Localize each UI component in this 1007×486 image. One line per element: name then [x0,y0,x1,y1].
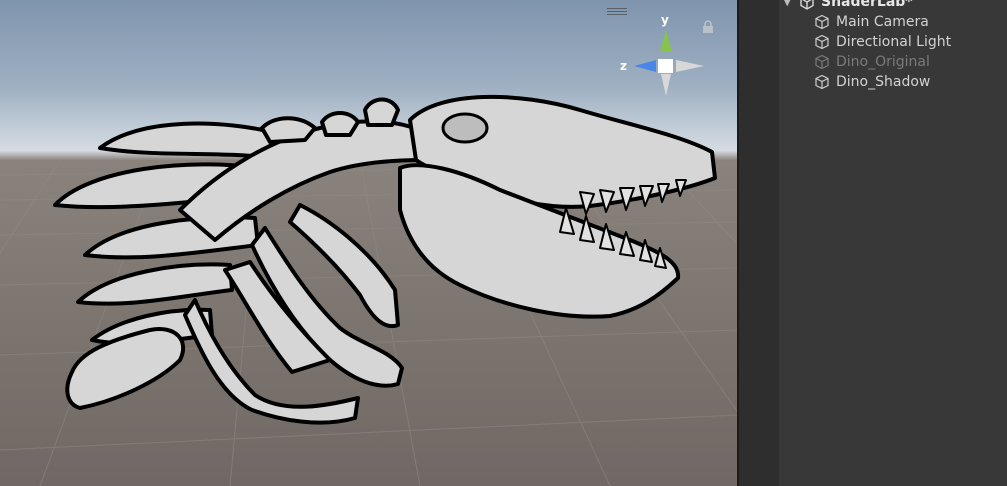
scene-view[interactable]: y z [0,0,737,486]
vertebra-top-2 [320,111,360,137]
gizmo-center-cube[interactable] [658,59,673,73]
gizmo-neg-z-axis[interactable] [676,60,704,72]
hierarchy-item-directional-light[interactable]: Directional Light [779,32,1007,52]
hierarchy-scene-row[interactable]: ▼ ShaderLab* [779,0,1007,12]
unity-scene-icon [800,0,814,10]
vertebra-top-3 [363,97,400,127]
gizmo-neg-y-axis[interactable] [661,74,671,96]
cube-icon [815,14,829,30]
hierarchy-gutter [739,0,779,486]
hierarchy-item-label: Dino_Original [836,54,930,70]
hierarchy-item-dino-shadow[interactable]: Dino_Shadow [779,72,1007,92]
expand-arrow-icon[interactable]: ▼ [783,0,791,12]
cube-icon [815,34,829,50]
scene-name: ShaderLab* [821,0,913,10]
gizmo-y-label: y [661,13,669,27]
eye-socket [441,112,489,144]
gizmo-z-label: z [620,59,627,73]
hierarchy-item-label: Main Camera [836,14,929,30]
hierarchy-item-label: Dino_Shadow [836,74,931,90]
cube-icon [815,54,829,70]
hierarchy-panel: ▼ ShaderLab* Main Camera Directional Lig… [739,0,1007,486]
gizmo-z-axis[interactable]: z [620,59,656,73]
orientation-gizmo[interactable]: y z [616,12,706,102]
hierarchy-item-dino-original[interactable]: Dino_Original [779,52,1007,72]
dino-skeleton[interactable] [53,94,717,425]
rib-4 [76,262,234,306]
gizmo-y-axis[interactable]: y [660,13,672,52]
tail-vertebrae [65,327,186,410]
hierarchy-item-label: Directional Light [836,34,952,50]
hierarchy-item-main-camera[interactable]: Main Camera [779,12,1007,32]
vertebra-top-1 [260,116,317,144]
cube-icon [815,74,829,90]
